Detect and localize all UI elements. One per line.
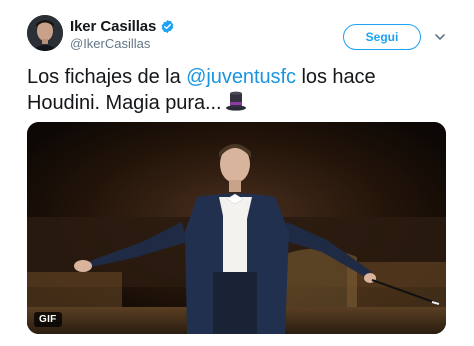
- handle[interactable]: @IkerCasillas: [70, 36, 175, 51]
- gif-badge: GIF: [34, 312, 62, 327]
- tweet-text-part-1: Los fichajes de la: [27, 66, 187, 88]
- author-names: Iker Casillas @IkerCasillas: [70, 17, 175, 51]
- tweet-card: Iker Casillas @IkerCasillas Segui Los fi…: [0, 0, 474, 346]
- tweet-text: Los fichajes de la @juventusfc los hace …: [27, 64, 452, 119]
- media-gif[interactable]: GIF: [27, 122, 446, 334]
- avatar-image: [27, 15, 63, 51]
- display-name[interactable]: Iker Casillas: [70, 18, 156, 35]
- top-hat-icon: [225, 90, 247, 119]
- magician-gif-image: [27, 122, 446, 334]
- tweet-header: Iker Casillas @IkerCasillas Segui: [27, 15, 456, 57]
- verified-badge-icon: [160, 19, 175, 34]
- follow-button[interactable]: Segui: [343, 24, 421, 50]
- mention-link[interactable]: @juventusfc: [186, 66, 296, 88]
- chevron-down-icon[interactable]: [433, 30, 447, 44]
- avatar[interactable]: [27, 15, 63, 51]
- display-name-row: Iker Casillas: [70, 17, 175, 35]
